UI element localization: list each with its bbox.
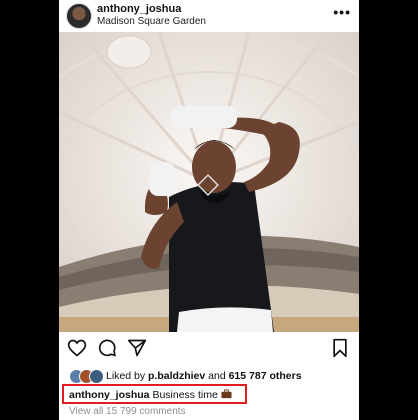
send-icon[interactable] (127, 338, 147, 358)
post-header: anthony_joshua Madison Square Garden ••• (59, 0, 359, 32)
post-photo[interactable] (59, 30, 359, 334)
likes-user[interactable]: p.baldzhiev (148, 370, 205, 382)
post-actions (59, 338, 359, 364)
heart-icon[interactable] (67, 338, 87, 358)
view-comments-link[interactable]: View all 15 799 comments (69, 406, 186, 417)
avatar (89, 369, 104, 384)
liker-avatars[interactable] (69, 369, 104, 384)
instagram-post: anthony_joshua Madison Square Garden ••• (59, 0, 359, 420)
likes-row: Liked by p.baldzhiev and 615 787 others (59, 367, 359, 385)
caption-highlight-box (62, 384, 247, 404)
bookmark-icon[interactable] (331, 338, 349, 358)
photo-illustration (59, 30, 359, 334)
post-location[interactable]: Madison Square Garden (97, 16, 206, 27)
likes-conjunction: and (208, 370, 226, 382)
likes-count[interactable]: 615 787 others (229, 370, 302, 382)
avatar[interactable] (66, 3, 92, 29)
likes-text[interactable]: Liked by p.baldzhiev and 615 787 others (106, 370, 302, 382)
comment-icon[interactable] (97, 338, 117, 358)
post-username[interactable]: anthony_joshua (97, 3, 181, 15)
more-dots-icon[interactable]: ••• (333, 4, 351, 20)
likes-prefix: Liked by (106, 370, 146, 382)
